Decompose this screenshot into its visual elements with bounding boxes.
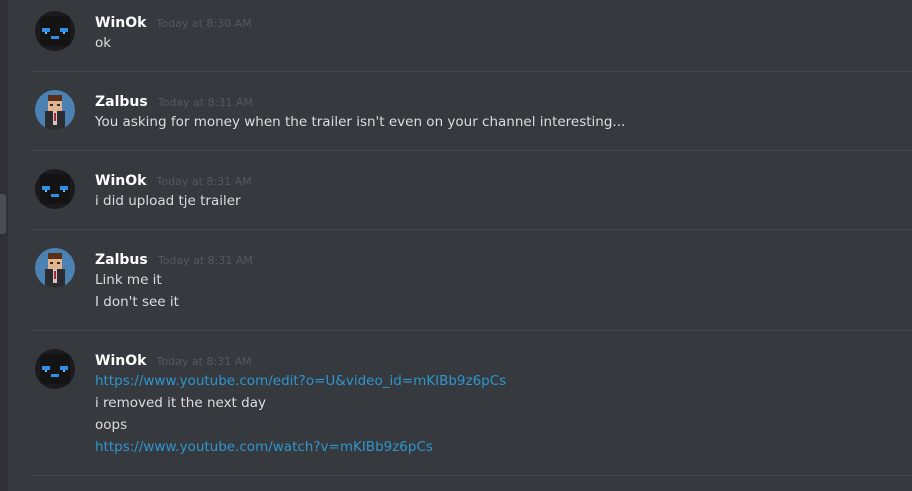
message-link[interactable]: https://www.youtube.com/watch?v=mKIBb9z6… [95,438,433,456]
character-avatar-icon[interactable] [35,248,75,288]
message-divider [32,229,912,230]
message-divider [32,475,912,476]
message-header: Zalbus Today at 8:31 AM [95,249,253,268]
message-list: WinOk Today at 8:30 AM ok Zalbus Today a… [0,0,912,491]
username[interactable]: Zalbus [95,252,148,268]
timestamp: Today at 8:30 AM [156,17,252,30]
message-header: WinOk Today at 8:31 AM [95,350,252,369]
timestamp: Today at 8:31 AM [157,254,253,267]
message-divider [32,330,912,331]
message-header: WinOk Today at 8:31 AM [95,170,252,189]
message-text: You asking for money when the trailer is… [95,114,626,130]
message-text: I don't see it [95,294,179,310]
timestamp: Today at 8:31 AM [156,355,252,368]
username[interactable]: WinOk [95,353,146,369]
message-text: i removed it the next day [95,395,266,411]
enderman-avatar-icon[interactable] [35,169,75,209]
message-header: Zalbus Today at 8:31 AM [95,91,253,110]
message-header: WinOk Today at 8:30 AM [95,12,252,31]
message-text: Link me it [95,272,162,288]
timestamp: Today at 8:31 AM [157,96,253,109]
message-divider [32,71,912,72]
username[interactable]: Zalbus [95,94,148,110]
username[interactable]: WinOk [95,15,146,31]
username[interactable]: WinOk [95,173,146,189]
message-text: ok [95,35,112,51]
timestamp: Today at 8:31 AM [156,175,252,188]
message-link[interactable]: https://www.youtube.com/edit?o=U&video_i… [95,372,506,390]
message-divider [32,150,912,151]
message-text: oops [95,417,128,433]
enderman-avatar-icon[interactable] [35,349,75,389]
character-avatar-icon[interactable] [35,90,75,130]
enderman-avatar-icon[interactable] [35,11,75,51]
message-text: i did upload tje trailer [95,193,241,209]
